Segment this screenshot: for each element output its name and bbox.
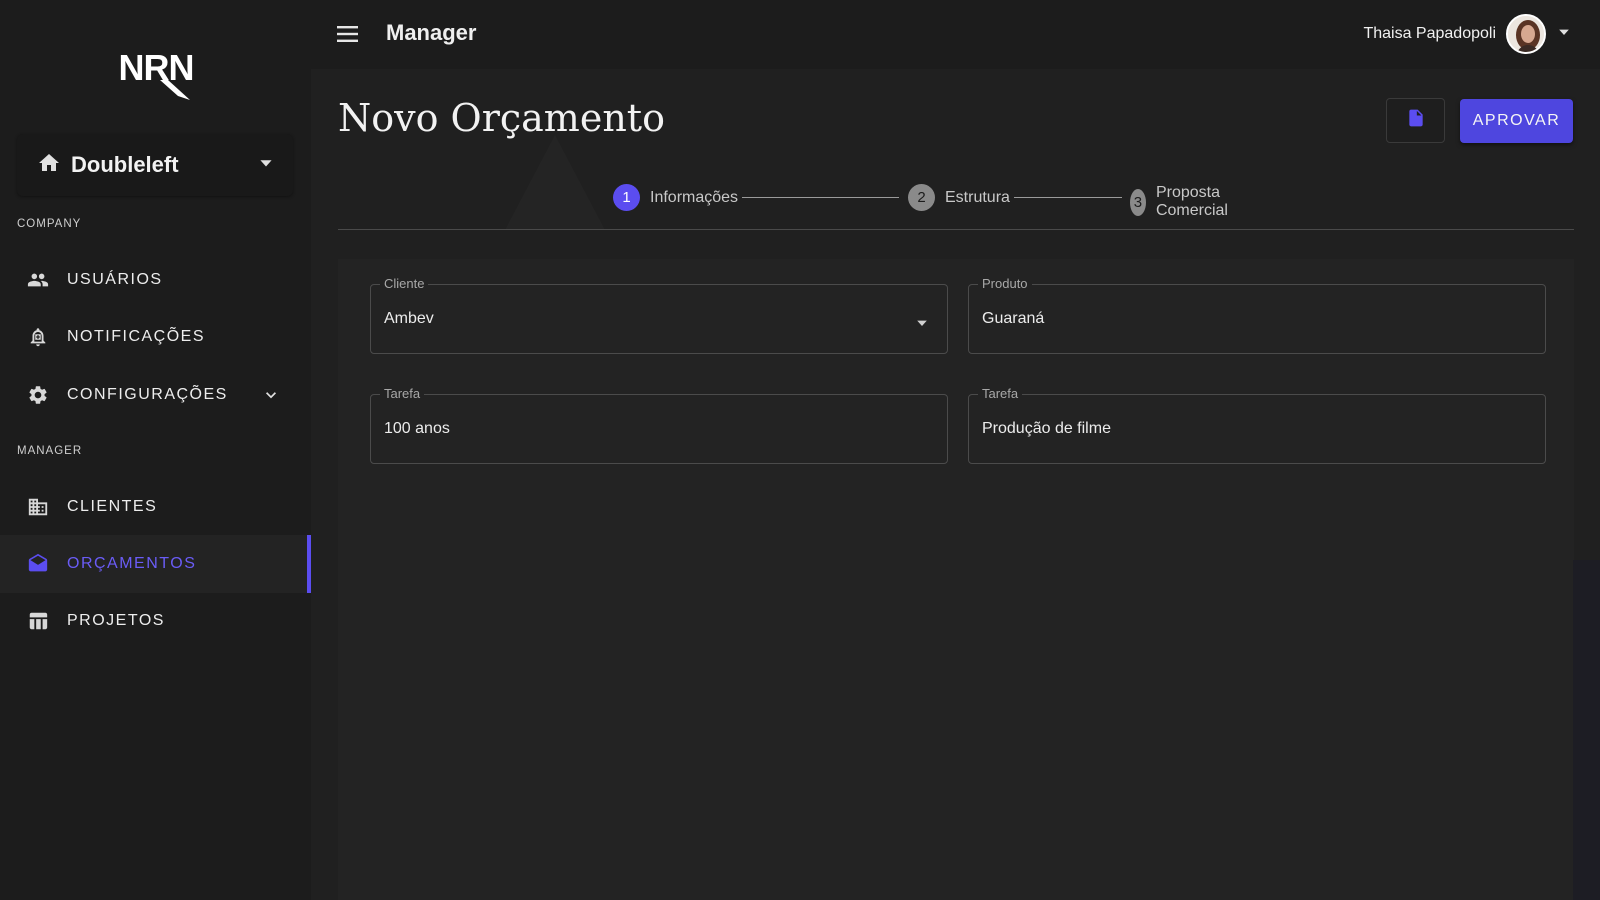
scroll-edge xyxy=(1573,560,1600,900)
form-panel: Cliente Ambev Produto Guaraná Tarefa 100… xyxy=(338,259,1574,900)
field-label: Tarefa xyxy=(380,386,425,401)
drafts-mail-icon xyxy=(26,552,50,576)
approve-button[interactable]: APROVAR xyxy=(1460,99,1573,143)
workspace-selector[interactable]: Doubleleft xyxy=(17,134,293,196)
document-button[interactable] xyxy=(1386,98,1445,143)
hamburger-menu-icon[interactable] xyxy=(335,22,361,46)
tarefa-field-left[interactable]: Tarefa 100 anos xyxy=(370,386,948,464)
sidebar-item-usuarios[interactable]: USUÁRIOS xyxy=(0,251,311,309)
home-icon xyxy=(37,151,61,180)
sidebar-item-label: NOTIFICAÇÕES xyxy=(67,328,206,345)
sidebar-item-projetos[interactable]: PROJETOS xyxy=(0,592,311,650)
top-bar: Manager Thaisa Papadopoli xyxy=(311,0,1600,69)
sidebar-item-configuracoes[interactable]: CONFIGURAÇÕES xyxy=(0,366,311,424)
section-label-manager: MANAGER xyxy=(17,445,83,457)
tarefa-field-right[interactable]: Tarefa Produção de filme xyxy=(968,386,1546,464)
step-estrutura[interactable]: 2 Estrutura xyxy=(908,184,1010,211)
sidebar-item-label: PROJETOS xyxy=(67,612,165,629)
section-label-company: COMPANY xyxy=(17,218,82,230)
caret-down-icon xyxy=(259,156,273,175)
produto-field[interactable]: Produto Guaraná xyxy=(968,276,1546,354)
field-label: Cliente xyxy=(380,276,429,291)
step-informacoes[interactable]: 1 Informações xyxy=(613,184,738,211)
header-divider xyxy=(338,229,1574,230)
field-value: Guaraná xyxy=(982,310,1045,327)
step-number: 3 xyxy=(1130,188,1146,216)
sidebar: NRN Doubleleft COMPANY USUÁRIOS NOTIFICA… xyxy=(0,0,311,900)
field-label: Produto xyxy=(978,276,1032,291)
field-value: 100 anos xyxy=(384,420,450,437)
page-title: Novo Orçamento xyxy=(338,96,665,140)
people-icon xyxy=(26,268,50,292)
avatar xyxy=(1506,14,1546,54)
step-label: Informações xyxy=(650,188,739,206)
sidebar-item-label: CONFIGURAÇÕES xyxy=(67,386,228,403)
building-icon xyxy=(26,495,50,519)
step-connector xyxy=(742,197,899,198)
table-icon xyxy=(26,609,50,633)
bell-icon xyxy=(26,325,50,349)
chevron-down-icon xyxy=(261,385,281,410)
decorative-shape xyxy=(505,135,605,230)
user-menu[interactable]: Thaisa Papadopoli xyxy=(1363,14,1570,54)
sidebar-item-notificacoes[interactable]: NOTIFICAÇÕES xyxy=(0,308,311,366)
sidebar-item-label: ORÇAMENTOS xyxy=(67,555,197,572)
app-title: Manager xyxy=(386,20,477,45)
field-value: Produção de filme xyxy=(982,420,1111,437)
step-proposta-comercial[interactable]: 3 Proposta Comercial xyxy=(1130,184,1239,220)
document-icon xyxy=(1406,107,1426,134)
field-value: Ambev xyxy=(384,310,434,327)
sidebar-item-label: USUÁRIOS xyxy=(67,271,163,288)
step-connector xyxy=(1014,197,1122,198)
caret-down-icon xyxy=(1558,25,1570,43)
workspace-label: Doubleleft xyxy=(71,152,179,177)
step-number: 1 xyxy=(613,184,640,211)
caret-down-icon xyxy=(916,316,928,334)
sidebar-item-clientes[interactable]: CLIENTES xyxy=(0,478,311,536)
step-label: Estrutura xyxy=(945,188,1010,206)
field-label: Tarefa xyxy=(978,386,1023,401)
step-label: Proposta Comercial xyxy=(1155,184,1228,219)
sidebar-item-label: CLIENTES xyxy=(67,498,158,515)
user-name: Thaisa Papadopoli xyxy=(1363,25,1496,42)
sidebar-item-orcamentos[interactable]: ORÇAMENTOS xyxy=(0,535,311,593)
nrn-logo: NRN xyxy=(119,47,195,100)
step-number: 2 xyxy=(908,184,935,211)
cliente-select[interactable]: Cliente Ambev xyxy=(370,276,948,354)
gear-icon xyxy=(26,383,50,407)
svg-text:NRN: NRN xyxy=(119,47,194,88)
